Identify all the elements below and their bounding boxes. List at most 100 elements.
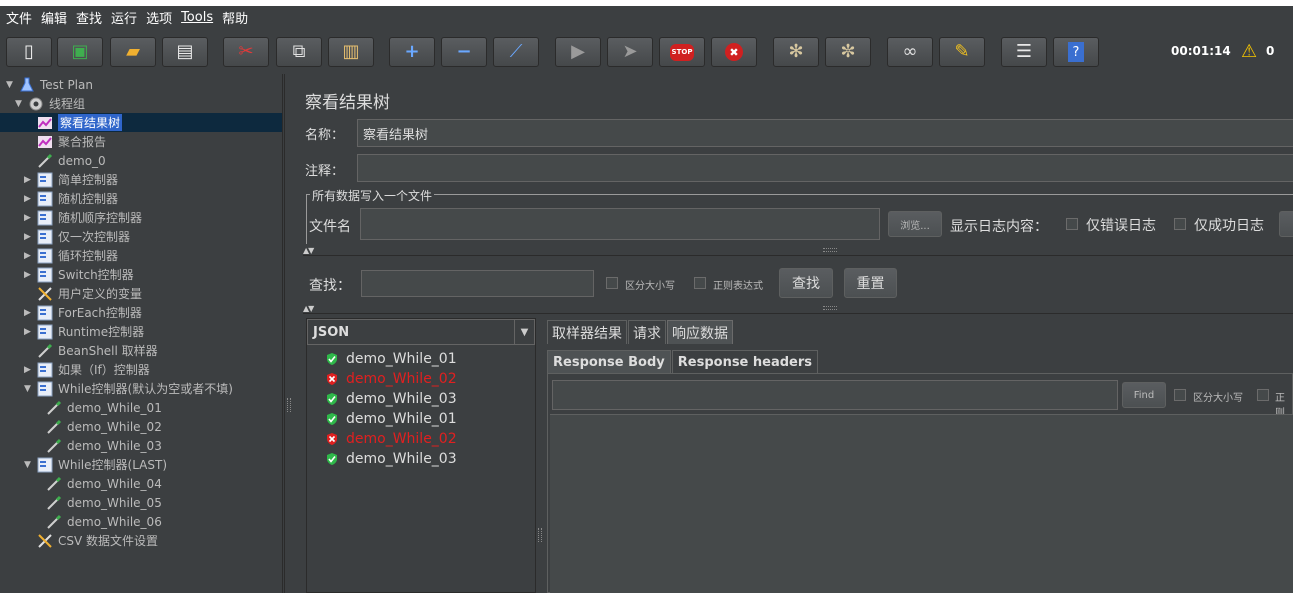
tab-request[interactable]: 请求 (628, 320, 666, 344)
result-item[interactable]: demo_While_02 (325, 369, 457, 389)
tree-item[interactable]: ▶ 仅一次控制器 (24, 227, 130, 246)
tree-item[interactable]: demo_While_06 (33, 512, 162, 531)
tree-item[interactable]: ▶ 如果（If）控制器 (24, 360, 150, 379)
tree-item[interactable]: ▶ 随机控制器 (24, 189, 118, 208)
tab-sampler-result[interactable]: 取样器结果 (547, 320, 627, 344)
tree-item[interactable]: ▶ 随机顺序控制器 (24, 208, 142, 227)
function-helper-button[interactable]: ☰ (1001, 37, 1047, 67)
collapse-arrows-icon[interactable]: ▲▼ (303, 304, 314, 313)
save-button[interactable]: ▤ (162, 37, 208, 67)
tree-item[interactable]: demo_While_04 (33, 474, 162, 493)
warning-icon[interactable]: ⚠ (1241, 41, 1257, 62)
tree-item[interactable]: ▼ While控制器(默认为空或者不填) (24, 379, 233, 398)
paste-button[interactable]: ▥ (328, 37, 374, 67)
clear-all-button[interactable]: ✼ (825, 37, 871, 67)
menu-file[interactable]: 文件 (6, 8, 32, 27)
tree-item[interactable]: demo_While_05 (33, 493, 162, 512)
tree-item[interactable]: demo_While_03 (33, 436, 162, 455)
splitter-grip[interactable] (538, 528, 542, 542)
stop-button[interactable]: STOP (659, 37, 705, 67)
result-item[interactable]: demo_While_03 (325, 389, 457, 409)
tree-item[interactable]: BeanShell 取样器 (24, 341, 158, 360)
reset-search-button[interactable]: ✎ (939, 37, 985, 67)
expanded-arrow-icon[interactable]: ▼ (6, 80, 16, 90)
tree-item[interactable]: 聚合报告 (24, 132, 106, 151)
configure-button[interactable] (1279, 211, 1293, 237)
tree-item[interactable]: ▶ Switch控制器 (24, 265, 134, 284)
result-item[interactable]: demo_While_01 (325, 349, 457, 369)
collapsed-arrow-icon[interactable]: ▶ (24, 270, 34, 280)
tree-item[interactable]: ▼ While控制器(LAST) (24, 455, 167, 474)
expanded-arrow-icon[interactable]: ▼ (15, 99, 25, 109)
collapsed-arrow-icon[interactable]: ▶ (24, 194, 34, 204)
response-find-input[interactable] (552, 380, 1118, 410)
result-item[interactable]: demo_While_03 (325, 449, 457, 469)
open-button[interactable]: ▰ (110, 37, 156, 67)
tree-item[interactable]: ▼ Test Plan (6, 75, 93, 94)
filename-field[interactable] (360, 208, 880, 240)
collapse-button[interactable]: − (441, 37, 487, 67)
success-only-checkbox[interactable] (1174, 218, 1186, 230)
regex-checkbox[interactable] (694, 277, 706, 289)
new-button[interactable]: ▯ (6, 37, 52, 67)
tab-response-data[interactable]: 响应数据 (667, 320, 733, 344)
result-item[interactable]: demo_While_01 (325, 409, 457, 429)
collapsed-arrow-icon[interactable]: ▶ (24, 213, 34, 223)
browse-button[interactable]: 浏览... (888, 211, 942, 237)
errors-only-checkbox[interactable] (1066, 218, 1078, 230)
tab-response-headers[interactable]: Response headers (671, 350, 819, 373)
tree-item[interactable]: ▼ 线程组 (15, 94, 85, 113)
search-input[interactable] (361, 270, 594, 297)
comment-field[interactable] (357, 154, 1293, 182)
tab-response-body[interactable]: Response Body (547, 350, 671, 373)
response-regex-checkbox[interactable] (1257, 389, 1269, 401)
expanded-arrow-icon[interactable]: ▼ (24, 460, 34, 470)
shutdown-button[interactable]: ✖ (711, 37, 757, 67)
collapse-arrows-icon[interactable]: ▲▼ (303, 246, 314, 255)
menu-options[interactable]: 选项 (146, 8, 172, 27)
tree-item[interactable]: demo_While_02 (33, 417, 162, 436)
collapse-bar-1[interactable]: ▲▼ (303, 246, 1293, 256)
collapse-bar-2[interactable]: ▲▼ (303, 304, 1293, 314)
toggle-button[interactable]: ⟋ (493, 37, 539, 67)
start-no-pauses-button[interactable]: ➤ (607, 37, 653, 67)
collapsed-arrow-icon[interactable]: ▶ (24, 232, 34, 242)
results-splitter[interactable] (536, 318, 545, 593)
menu-tools[interactable]: Tools (181, 10, 213, 25)
reset-button[interactable]: 重置 (844, 268, 897, 298)
tree-item[interactable]: demo_While_01 (33, 398, 162, 417)
tree-item[interactable]: ▶ Runtime控制器 (24, 322, 144, 341)
splitter-grip[interactable] (287, 398, 291, 412)
name-field[interactable]: 察看结果树 (357, 119, 1293, 147)
help-button[interactable]: ? (1053, 37, 1099, 67)
tree-item[interactable]: demo_0 (24, 151, 106, 170)
menu-edit[interactable]: 编辑 (41, 8, 67, 27)
renderer-select[interactable]: JSON ▼ (307, 319, 535, 345)
clear-button[interactable]: ✻ (773, 37, 819, 67)
collapsed-arrow-icon[interactable]: ▶ (24, 175, 34, 185)
templates-button[interactable]: ▣ (57, 37, 103, 67)
tree-item[interactable]: ▶ ForEach控制器 (24, 303, 142, 322)
chevron-down-icon[interactable]: ▼ (514, 320, 534, 344)
copy-button[interactable]: ⧉ (276, 37, 322, 67)
response-body-text[interactable] (550, 414, 1293, 593)
tree-item[interactable]: 察看结果树 (0, 113, 282, 132)
search-button[interactable]: ∞ (887, 37, 933, 67)
menu-search[interactable]: 查找 (76, 8, 102, 27)
response-case-sensitive-checkbox[interactable] (1174, 389, 1186, 401)
tree-item[interactable]: 用户定义的变量 (24, 284, 142, 303)
find-button[interactable]: 查找 (779, 268, 833, 298)
expanded-arrow-icon[interactable]: ▼ (24, 384, 34, 394)
response-find-button[interactable]: Find (1122, 382, 1166, 408)
menu-help[interactable]: 帮助 (222, 8, 248, 27)
collapsed-arrow-icon[interactable]: ▶ (24, 308, 34, 318)
tree-item[interactable]: ▶ 循环控制器 (24, 246, 118, 265)
case-sensitive-checkbox[interactable] (606, 277, 618, 289)
start-button[interactable]: ▶ (555, 37, 601, 67)
collapsed-arrow-icon[interactable]: ▶ (24, 327, 34, 337)
expand-button[interactable]: + (389, 37, 435, 67)
tree-item[interactable]: CSV 数据文件设置 (24, 531, 158, 550)
collapsed-arrow-icon[interactable]: ▶ (24, 365, 34, 375)
tree-item[interactable]: ▶ 简单控制器 (24, 170, 118, 189)
result-item[interactable]: demo_While_02 (325, 429, 457, 449)
